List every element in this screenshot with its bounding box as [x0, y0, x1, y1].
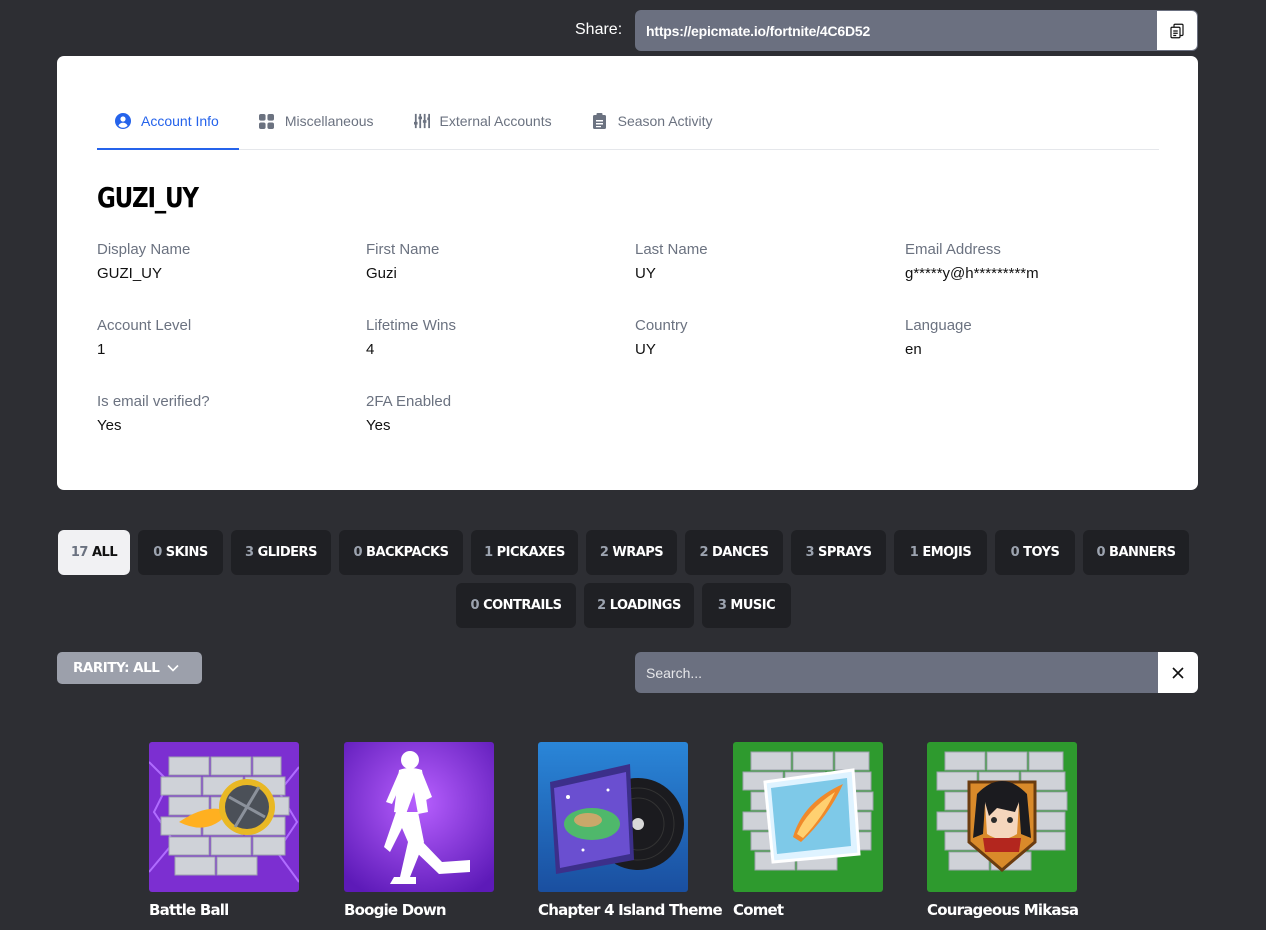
- tab-label: External Accounts: [439, 113, 552, 129]
- field-label: Account Level: [97, 317, 192, 334]
- tab-account-info[interactable]: Account Info: [97, 93, 239, 150]
- field-label: 2FA Enabled: [366, 393, 452, 410]
- tab-season-activity[interactable]: Season Activity: [572, 93, 733, 149]
- field-country: Country UY: [635, 317, 875, 359]
- field-value: g*****y@h*********m: [905, 265, 1039, 282]
- category-sprays-button[interactable]: 3 SPRAYS: [791, 530, 886, 575]
- emote-dancer-icon: [344, 742, 494, 892]
- field-label: Is email verified?: [97, 393, 210, 410]
- category-dances-button[interactable]: 2 DANCES: [685, 530, 783, 575]
- field-email-verified: Is email verified? Yes: [97, 393, 337, 435]
- account-username: GUZI_UY: [97, 181, 199, 214]
- item-card[interactable]: Battle Ball: [149, 742, 329, 919]
- copy-button[interactable]: [1157, 11, 1197, 50]
- field-label: Language: [905, 317, 972, 334]
- tab-miscellaneous[interactable]: Miscellaneous: [239, 93, 394, 149]
- field-value: UY: [635, 265, 656, 282]
- music-record-icon: [538, 742, 688, 892]
- field-first-name: First Name Guzi: [366, 241, 606, 283]
- spray-mikasa-icon: [927, 742, 1077, 892]
- spray-comet-icon: [733, 742, 883, 892]
- category-pickaxes-button[interactable]: 1 PICKAXES: [471, 530, 578, 575]
- field-value: Guzi: [366, 265, 397, 282]
- account-card: Account Info Miscellaneous External Acco…: [57, 56, 1198, 490]
- user-circle-icon: [115, 112, 131, 129]
- item-name: Comet: [733, 901, 784, 919]
- rarity-dropdown[interactable]: RARITY: ALL: [57, 652, 202, 684]
- item-card[interactable]: Comet: [733, 742, 913, 919]
- field-email-address: Email Address g*****y@h*********m: [905, 241, 1145, 283]
- tab-label: Season Activity: [617, 113, 713, 129]
- chevron-down-icon: [167, 664, 179, 672]
- category-toys-button[interactable]: 0 TOYS: [995, 530, 1075, 575]
- item-card[interactable]: Chapter 4 Island Theme: [538, 742, 723, 919]
- field-value: Yes: [97, 417, 122, 434]
- field-label: Last Name: [635, 241, 708, 258]
- category-backpacks-button[interactable]: 0 BACKPACKS: [339, 530, 463, 575]
- field-value: GUZI_UY: [97, 265, 163, 282]
- field-label: First Name: [366, 241, 440, 258]
- field-label: Email Address: [905, 241, 1001, 258]
- field-lifetime-wins: Lifetime Wins 4: [366, 317, 606, 359]
- field-display-name: Display Name GUZI_UY: [97, 241, 337, 283]
- item-name: Courageous Mikasa: [927, 901, 1079, 919]
- field-last-name: Last Name UY: [635, 241, 875, 283]
- tab-label: Miscellaneous: [284, 113, 374, 129]
- item-name: Boogie Down: [344, 901, 447, 919]
- clipboard-list-icon: [592, 113, 608, 129]
- category-emojis-button[interactable]: 1 EMOJIS: [894, 530, 987, 575]
- field-language: Language en: [905, 317, 1145, 359]
- tab-bar: Account Info Miscellaneous External Acco…: [97, 93, 1159, 150]
- category-loadings-button[interactable]: 2 LOADINGS: [584, 583, 694, 628]
- tab-external-accounts[interactable]: External Accounts: [394, 93, 572, 149]
- field-value: 4: [366, 341, 375, 358]
- field-label: Country: [635, 317, 688, 334]
- category-all-button[interactable]: 17 ALL: [58, 530, 130, 575]
- item-card[interactable]: Boogie Down: [344, 742, 524, 919]
- field-value: 1: [97, 341, 106, 358]
- tab-label: Account Info: [141, 112, 219, 129]
- category-contrails-button[interactable]: 0 CONTRAILS: [456, 583, 576, 628]
- field-label: Lifetime Wins: [366, 317, 457, 334]
- category-wraps-button[interactable]: 2 WRAPS: [586, 530, 677, 575]
- item-name: Battle Ball: [149, 901, 229, 919]
- share-url-box[interactable]: https://epicmate.io/fortnite/4C6D52: [635, 10, 1198, 51]
- item-card[interactable]: Courageous Mikasa: [927, 742, 1107, 919]
- search-box: [635, 652, 1198, 693]
- share-url[interactable]: https://epicmate.io/fortnite/4C6D52: [635, 23, 1157, 39]
- rarity-label: RARITY: ALL: [73, 660, 160, 676]
- spray-battle-ball-icon: [149, 742, 299, 892]
- category-gliders-button[interactable]: 3 GLIDERS: [231, 530, 331, 575]
- grid-icon: [259, 113, 275, 129]
- category-banners-button[interactable]: 0 BANNERS: [1083, 530, 1189, 575]
- item-name: Chapter 4 Island Theme: [538, 901, 723, 919]
- field-value: UY: [635, 341, 656, 358]
- category-skins-button[interactable]: 0 SKINS: [138, 530, 223, 575]
- close-icon: [1172, 666, 1184, 679]
- search-input[interactable]: [635, 652, 1158, 693]
- sliders-icon: [413, 113, 430, 129]
- share-label: Share:: [575, 21, 623, 38]
- field-value: Yes: [366, 417, 391, 434]
- field-2fa-enabled: 2FA Enabled Yes: [366, 393, 606, 435]
- clipboard-copy-icon: [1170, 23, 1184, 38]
- field-account-level: Account Level 1: [97, 317, 337, 359]
- clear-search-button[interactable]: [1158, 652, 1198, 693]
- field-label: Display Name: [97, 241, 191, 258]
- category-music-button[interactable]: 3 MUSIC: [702, 583, 791, 628]
- field-value: en: [905, 341, 922, 358]
